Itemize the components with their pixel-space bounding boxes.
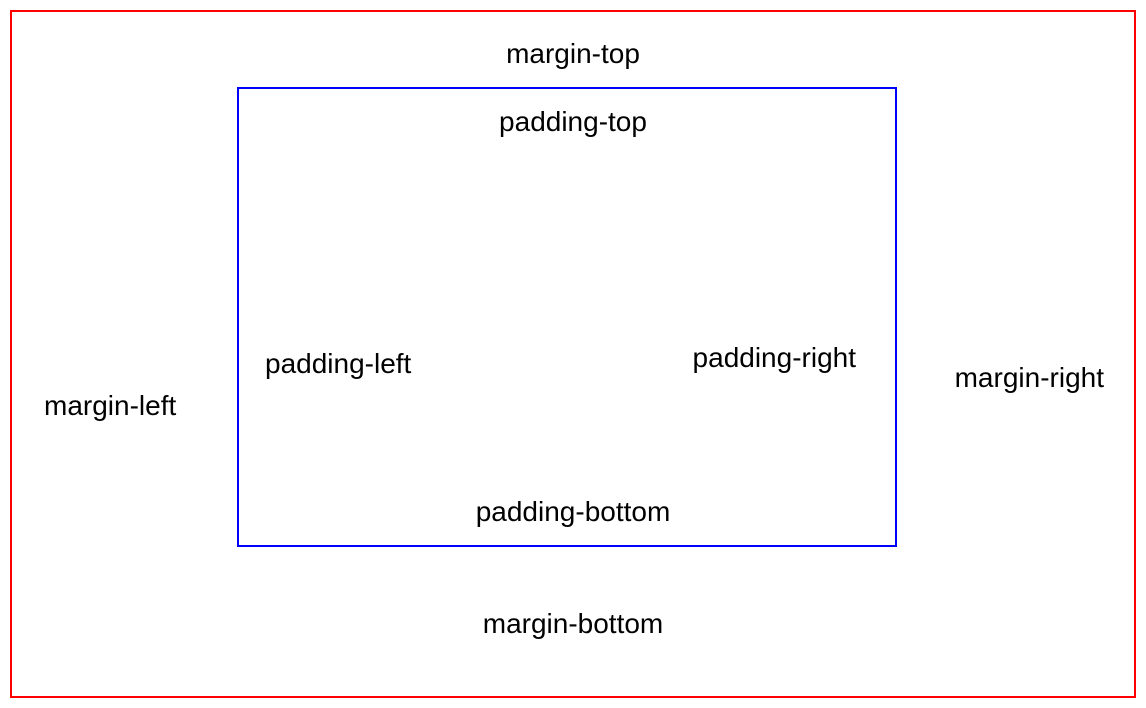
margin-bottom-label: margin-bottom <box>483 608 664 640</box>
margin-box: margin-top margin-bottom margin-left mar… <box>10 10 1136 698</box>
padding-right-label: padding-right <box>693 342 856 374</box>
margin-top-label: margin-top <box>506 38 640 70</box>
margin-left-label: margin-left <box>44 390 176 422</box>
margin-right-label: margin-right <box>955 362 1104 394</box>
padding-bottom-label: padding-bottom <box>476 496 671 528</box>
padding-box <box>237 87 897 547</box>
padding-left-label: padding-left <box>265 348 411 380</box>
padding-top-label: padding-top <box>499 106 647 138</box>
